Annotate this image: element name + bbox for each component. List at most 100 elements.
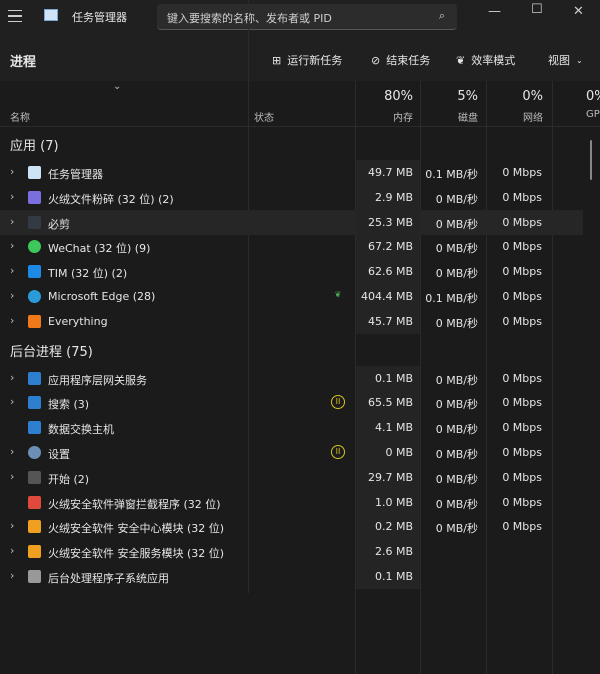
process-name: TIM (32 位) (2) [48, 267, 128, 281]
menu-icon[interactable] [8, 10, 22, 22]
popup-block-icon [28, 495, 41, 509]
process-name: 火绒安全软件 安全服务模块 (32 位) [48, 547, 225, 561]
column-gpu[interactable]: GPU [586, 109, 600, 120]
run-new-task-button[interactable]: ⊞ 运行新任务 [272, 52, 342, 68]
memory-value: 1.0 MB [374, 495, 413, 509]
service-icon [28, 421, 41, 435]
disk-value: 0 MB/秒 [435, 448, 478, 461]
memory-value: 0 MB [385, 446, 413, 459]
network-value: 0 Mbps [502, 371, 542, 385]
table-row[interactable]: › Everything 45.7 MB 0 MB/秒 0 Mbps [0, 308, 583, 334]
chevron-right-icon[interactable]: › [10, 190, 14, 203]
memory-value: 0.1 MB [374, 371, 413, 385]
memory-percent[interactable]: 80% [384, 89, 413, 104]
minimize-button[interactable]: — [488, 4, 501, 19]
memory-value: 4.1 MB [374, 421, 413, 435]
memory-value: 0.1 MB [374, 570, 413, 583]
maximize-button[interactable]: ☐ [531, 2, 543, 17]
table-row[interactable]: › 火绒安全软件 安全中心模块 (32 位) 0.2 MB 0 MB/秒 0 Mbps [0, 514, 583, 540]
task-manager-icon [28, 166, 41, 179]
column-name[interactable]: 名称 [10, 109, 30, 124]
table-row[interactable]: › 必剪 25.3 MB 0 MB/秒 0 Mbps [0, 209, 583, 235]
app-title: 任务管理器 [72, 11, 127, 24]
printer-icon [28, 570, 41, 583]
process-name: 火绒安全软件弹窗拦截程序 (32 位) [48, 497, 221, 511]
table-row[interactable]: › TIM (32 位) (2) 62.6 MB 0 MB/秒 0 Mbps [0, 259, 583, 285]
table-row[interactable]: › 火绒安全软件 安全服务模块 (32 位) 2.6 MB [0, 539, 583, 565]
everything-icon [28, 314, 41, 328]
process-name: 必剪 [48, 217, 70, 231]
tim-icon [28, 265, 41, 279]
chevron-right-icon[interactable]: › [10, 470, 14, 483]
scrollbar[interactable] [590, 140, 592, 180]
table-row[interactable]: › 开始 (2) 29.7 MB 0 MB/秒 0 Mbps [0, 464, 583, 490]
memory-value: 0.2 MB [374, 520, 413, 534]
huorong-shield-icon [28, 545, 41, 559]
chevron-right-icon[interactable]: › [10, 519, 14, 532]
chevron-right-icon[interactable]: › [10, 569, 14, 582]
chevron-right-icon[interactable]: › [10, 239, 14, 252]
column-memory[interactable]: 内存 [393, 109, 413, 124]
chevron-right-icon[interactable]: › [10, 165, 14, 178]
network-value: 0 Mbps [502, 314, 542, 328]
network-percent[interactable]: 0% [522, 89, 543, 104]
chevron-right-icon[interactable]: › [10, 371, 14, 384]
chevron-right-icon[interactable]: › [10, 445, 14, 458]
toolbar: 进程 ⊞ 运行新任务 ⊘ 结束任务 ❦ 效率模式 视图 ⌄ [0, 36, 600, 81]
chevron-right-icon[interactable]: › [10, 264, 14, 277]
close-button[interactable]: ✕ [573, 4, 584, 19]
table-row[interactable]: › WeChat (32 位) (9) 67.2 MB 0 MB/秒 0 Mbps [0, 234, 583, 260]
suspended-icon: II [331, 395, 345, 410]
table-row[interactable]: › 设置 II 0 MB 0 MB/秒 0 Mbps [0, 440, 583, 465]
network-value: 0 Mbps [502, 396, 542, 410]
block-icon: ⊘ [371, 53, 381, 67]
bijian-icon [28, 215, 41, 229]
disk-value: 0 MB/秒 [435, 423, 478, 437]
chevron-right-icon[interactable]: › [10, 395, 14, 408]
disk-value: 0 MB/秒 [435, 497, 478, 511]
table-row[interactable]: 火绒安全软件弹窗拦截程序 (32 位) 1.0 MB 0 MB/秒 0 Mbps [0, 489, 583, 515]
table-row[interactable]: › 后台处理程序子系统应用 0.1 MB [0, 564, 583, 589]
disk-value: 0.1 MB/秒 [425, 168, 478, 181]
efficiency-mode-button[interactable]: ❦ 效率模式 [456, 52, 515, 68]
table-row[interactable]: › 火绒文件粉碎 (32 位) (2) 2.9 MB 0 MB/秒 0 Mbps [0, 184, 583, 210]
memory-value: 49.7 MB [367, 166, 413, 179]
chevron-right-icon[interactable]: › [10, 215, 14, 228]
chevron-right-icon[interactable]: › [10, 289, 14, 302]
gpu-percent[interactable]: 0% [586, 89, 600, 104]
table-row[interactable]: › 搜索 (3) II 65.5 MB 0 MB/秒 0 Mbps [0, 390, 583, 416]
disk-percent[interactable]: 5% [457, 89, 478, 104]
chevron-right-icon[interactable]: › [10, 544, 14, 557]
search-icon: ⌕ [438, 9, 445, 22]
disk-value: 0 MB/秒 [435, 316, 478, 330]
column-disk[interactable]: 磁盘 [458, 109, 478, 124]
memory-value: 2.9 MB [374, 190, 413, 204]
table-row[interactable]: › Microsoft Edge (28) ❦ 404.4 MB 0.1 MB/秒 0 M… [0, 284, 583, 309]
sort-chevron-icon: ⌄ [113, 81, 122, 92]
network-value: 0 Mbps [502, 290, 542, 303]
column-status[interactable]: 状态 [254, 109, 274, 124]
column-network[interactable]: 网络 [523, 109, 543, 124]
title-bar: 任务管理器 键入要搜索的名称、发布者或 PID ⌕ — ☐ ✕ [0, 0, 600, 36]
leaf-icon: ❦ [456, 53, 466, 67]
memory-value: 404.4 MB [360, 290, 413, 303]
view-button[interactable]: 视图 ⌄ [548, 52, 583, 68]
search-input[interactable]: 键入要搜索的名称、发布者或 PID ⌕ [157, 4, 457, 30]
memory-value: 25.3 MB [367, 215, 413, 229]
table-row[interactable]: 数据交换主机 4.1 MB 0 MB/秒 0 Mbps [0, 415, 583, 441]
end-task-label: 结束任务 [386, 54, 431, 67]
table-row[interactable]: › 应用程序层网关服务 0.1 MB 0 MB/秒 0 Mbps [0, 365, 583, 391]
process-name: 火绒文件粉碎 (32 位) (2) [48, 192, 174, 206]
table-row[interactable]: › 任务管理器 49.7 MB 0.1 MB/秒 0 Mbps [0, 160, 583, 185]
network-value: 0 Mbps [502, 446, 542, 459]
wechat-icon [28, 240, 41, 254]
chevron-right-icon[interactable]: › [10, 314, 14, 327]
memory-value: 62.6 MB [367, 265, 413, 279]
huorong-shield-icon [28, 520, 41, 534]
group-header: 后台进程 (75) [10, 344, 93, 360]
search-process-icon [28, 396, 41, 410]
search-placeholder: 键入要搜索的名称、发布者或 PID [167, 12, 332, 25]
end-task-button[interactable]: ⊘ 结束任务 [371, 52, 430, 68]
shredder-icon [28, 190, 41, 204]
page-title: 进程 [10, 55, 37, 70]
